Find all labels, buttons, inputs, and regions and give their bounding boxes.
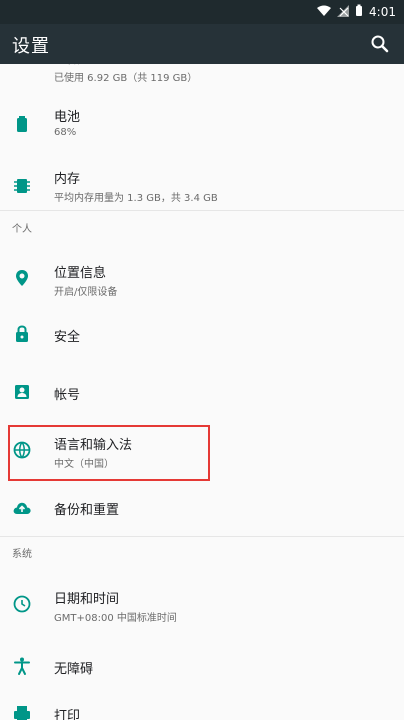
settings-item-security[interactable]: 安全 [0,314,404,358]
section-divider [0,210,404,211]
search-icon [371,35,389,53]
battery-status-icon [355,4,363,20]
section-divider [0,536,404,537]
settings-item-memory[interactable]: 内存 平均内存用量为 1.3 GB，共 3.4 GB [0,162,404,210]
item-title: 打印 [54,709,81,720]
lock-icon [12,324,32,344]
item-title: 日期和时间 [54,592,120,607]
item-title: 安全 [54,330,81,345]
section-header-system: 系统 [12,549,32,560]
cloud-upload-icon [12,498,32,518]
settings-item-datetime[interactable]: 日期和时间 GMT+08:00 中国标准时间 [0,580,404,628]
settings-item-battery[interactable]: 电池 68% [0,98,404,146]
app-bar: 设置 [0,24,404,64]
settings-item-storage[interactable]: 存储 已使用 6.92 GB（共 119 GB） [0,64,404,84]
wifi-icon [317,5,332,20]
search-button[interactable] [368,32,392,56]
page-title: 设置 [12,36,50,57]
settings-item-accessibility[interactable]: 无障碍 [0,646,404,686]
location-pin-icon [12,268,32,288]
item-title: 无障碍 [54,662,94,677]
settings-item-location[interactable]: 位置信息 开启/仅限设备 [0,252,404,300]
memory-chip-icon [12,176,32,196]
item-subtitle: 开启/仅限设备 [54,287,118,298]
item-subtitle: 68% [54,127,77,138]
settings-item-backup[interactable]: 备份和重置 [0,488,404,528]
accessibility-icon [12,656,32,676]
signal-off-icon [337,4,350,20]
item-subtitle: GMT+08:00 中国标准时间 [54,613,177,624]
item-title: 备份和重置 [54,503,120,518]
settings-item-accounts[interactable]: 帐号 [0,370,404,414]
battery-icon [12,114,32,134]
item-title: 电池 [54,110,81,125]
account-icon [12,382,32,402]
item-title: 存储 [54,64,80,67]
item-title: 内存 [54,172,81,187]
item-title: 位置信息 [54,266,107,281]
clock-icon [12,594,32,614]
item-subtitle: 已使用 6.92 GB（共 119 GB） [54,73,198,84]
item-subtitle: 平均内存用量为 1.3 GB，共 3.4 GB [54,193,218,204]
settings-item-print[interactable]: 打印 [0,696,404,720]
status-time: 4:01 [369,5,396,19]
item-title: 帐号 [54,388,81,403]
settings-list[interactable]: 存储 已使用 6.92 GB（共 119 GB） 电池 68% 内存 平均内存用… [0,64,404,720]
status-bar: 4:01 [0,0,404,24]
printer-icon [12,704,32,720]
section-header-personal: 个人 [12,224,32,235]
selection-highlight-box [8,425,210,481]
